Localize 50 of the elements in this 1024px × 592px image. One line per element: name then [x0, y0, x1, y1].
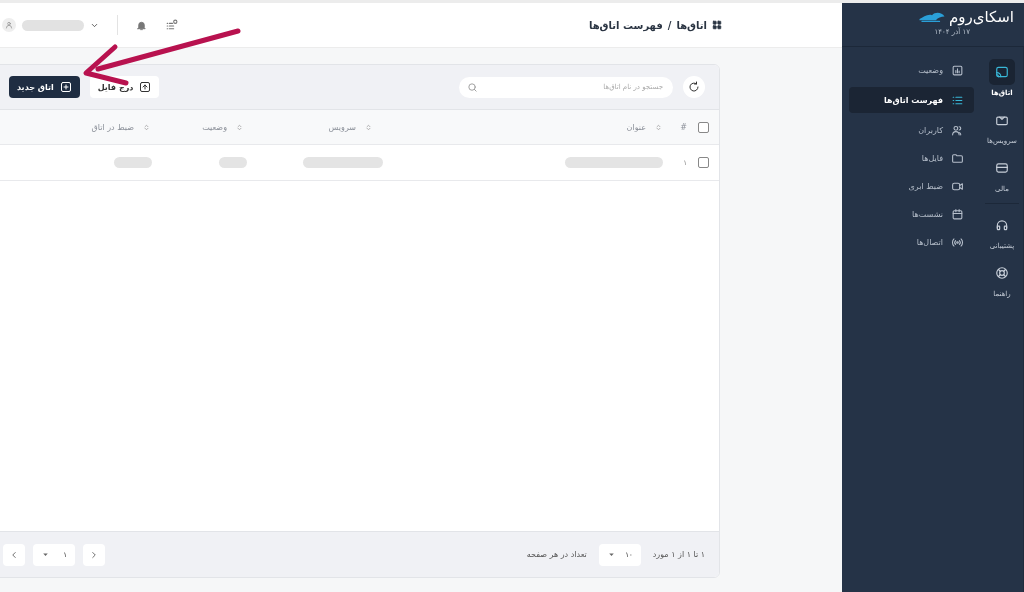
sort-icon[interactable] — [364, 122, 373, 132]
breadcrumb-item[interactable]: اتاق‌ها — [676, 19, 707, 31]
users-icon — [951, 123, 964, 137]
calendar-icon — [951, 207, 964, 221]
menu-item[interactable]: کاربران — [849, 119, 974, 141]
redacted-text — [114, 157, 152, 168]
upload-icon — [139, 81, 152, 93]
page-size-label: تعداد در هر صفحه — [526, 550, 587, 559]
logo-text: اسکای‌روم — [948, 7, 1014, 27]
breadcrumb-separator: / — [667, 19, 672, 31]
sort-icon[interactable] — [235, 122, 244, 132]
menu-item[interactable]: ضبط ابری — [849, 175, 974, 197]
cloud-icon — [918, 12, 945, 22]
chevron-right-icon — [89, 549, 99, 560]
plus-icon — [59, 81, 72, 93]
card-icon — [995, 161, 1009, 175]
column-header: # — [680, 122, 687, 132]
menu-item[interactable]: فهرست اتاق‌ها — [849, 87, 974, 113]
refresh-icon — [688, 81, 700, 93]
menu-item[interactable]: فایل‌ها — [849, 147, 974, 169]
pagination-summary: ۱ تا ۱ از ۱ مورد — [652, 550, 705, 559]
task-list-icon[interactable] — [165, 18, 178, 32]
breadcrumb-item[interactable]: فهرست اتاق‌ها — [588, 19, 663, 31]
sort-icon[interactable] — [654, 122, 663, 132]
cast-icon — [995, 65, 1009, 79]
redacted-name — [22, 19, 84, 31]
sort-icon[interactable] — [142, 122, 151, 132]
chevron-left-icon — [9, 549, 19, 560]
caret-down-icon — [41, 550, 50, 559]
caret-down-icon — [606, 550, 616, 559]
menu-item[interactable]: اتصال‌ها — [849, 231, 974, 253]
redacted-text — [219, 157, 247, 168]
lifebuoy-icon — [995, 266, 1009, 280]
chart-icon — [951, 63, 964, 77]
upload-button[interactable]: درج فایل — [89, 76, 160, 98]
checkbox[interactable] — [698, 121, 709, 133]
bell-icon[interactable] — [136, 19, 147, 31]
refresh-button[interactable] — [683, 76, 705, 98]
next-page-button[interactable] — [83, 543, 105, 566]
checkbox[interactable] — [698, 157, 709, 168]
search-icon — [467, 81, 478, 93]
user-menu[interactable] — [2, 18, 99, 32]
menu-item[interactable]: وضعیت — [849, 59, 974, 81]
folder-icon — [951, 151, 964, 165]
previous-page-button[interactable] — [3, 543, 25, 566]
headphones-icon — [995, 218, 1009, 232]
box-icon — [995, 113, 1009, 127]
grid-icon — [712, 20, 722, 30]
new-room-button[interactable]: اتاق جدید — [9, 76, 80, 98]
menu-item[interactable]: نشست‌ها — [849, 203, 974, 225]
